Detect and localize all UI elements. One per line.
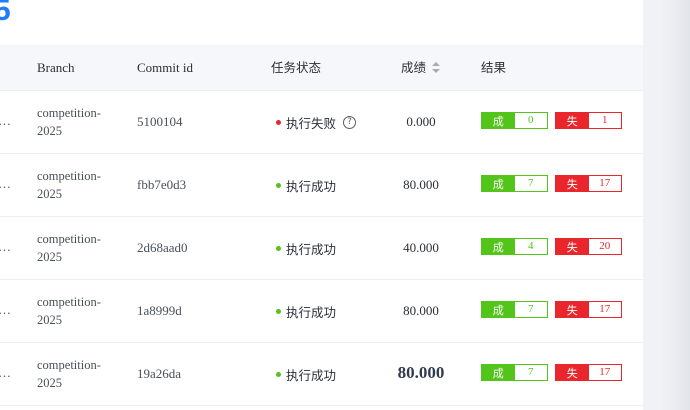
success-count: 7 bbox=[514, 176, 547, 191]
success-count-badge: 成功 0 bbox=[481, 112, 548, 145]
truncated-cell: … bbox=[0, 239, 11, 255]
status-cell: 执行失败? bbox=[276, 113, 357, 132]
table-body: …competition-20255100104执行失败?0.000成功0失败1… bbox=[0, 91, 643, 406]
sort-descending-icon[interactable] bbox=[432, 69, 440, 73]
status-dot-icon bbox=[276, 183, 281, 188]
sort-icon[interactable] bbox=[432, 62, 440, 74]
fail-label: 失败 bbox=[556, 113, 589, 145]
branch-cell: competition-2025 bbox=[37, 106, 101, 138]
status-cell: 执行成功 bbox=[276, 365, 336, 384]
truncated-cell: … bbox=[0, 113, 11, 129]
score-cell: 80.000 bbox=[403, 303, 439, 318]
side-panel-edge bbox=[661, 0, 690, 410]
score-cell: 80.000 bbox=[397, 363, 445, 382]
fail-label: 失败 bbox=[556, 365, 589, 397]
status-dot-icon bbox=[276, 372, 281, 377]
fail-count: 20 bbox=[588, 239, 621, 254]
status-text: 执行成功 bbox=[286, 242, 337, 257]
table-row[interactable]: …competition-202519a26da执行成功80.000成功7失败1… bbox=[0, 343, 643, 406]
header-task-status: 任务状态 bbox=[271, 60, 322, 75]
success-count: 0 bbox=[514, 113, 547, 128]
fail-count-badge: 失败 20 bbox=[555, 238, 622, 271]
success-count-badge: 成功 7 bbox=[481, 364, 548, 397]
table-header: Branch Commit id 任务状态 成绩 结果 bbox=[0, 45, 643, 91]
truncated-cell: … bbox=[0, 365, 11, 381]
fail-count: 17 bbox=[588, 176, 621, 191]
page-heading-fragment: 5 bbox=[0, 0, 11, 27]
fail-count-badge: 失败 1 bbox=[555, 112, 622, 145]
success-count: 7 bbox=[514, 365, 547, 380]
submissions-table: Branch Commit id 任务状态 成绩 结果 … competition… bbox=[0, 45, 643, 406]
header-commit-id: Commit id bbox=[137, 60, 193, 75]
success-count: 4 bbox=[514, 239, 547, 254]
header-branch: Branch bbox=[37, 60, 75, 75]
status-text: 执行成功 bbox=[286, 179, 337, 194]
question-help-icon[interactable]: ? bbox=[343, 116, 357, 129]
status-cell: 执行成功 bbox=[276, 302, 336, 321]
success-count: 7 bbox=[514, 302, 547, 317]
branch-cell: competition-2025 bbox=[37, 169, 101, 201]
fail-label: 失败 bbox=[556, 239, 589, 271]
fail-count-badge: 失败 17 bbox=[555, 175, 622, 208]
status-text: 执行失败 bbox=[286, 116, 337, 131]
success-count-badge: 成功 7 bbox=[481, 175, 548, 208]
status-cell: 执行成功 bbox=[276, 176, 336, 195]
header-score[interactable]: 成绩 bbox=[401, 45, 426, 90]
fail-count: 17 bbox=[588, 302, 621, 317]
success-label: 成功 bbox=[482, 113, 515, 145]
sort-ascending-icon[interactable] bbox=[432, 62, 440, 66]
commit-id-cell[interactable]: fbb7e0d3 bbox=[137, 177, 186, 193]
success-label: 成功 bbox=[482, 302, 515, 334]
scrollbar-track[interactable] bbox=[643, 0, 690, 410]
score-cell: 0.000 bbox=[406, 114, 436, 129]
success-label: 成功 bbox=[482, 176, 515, 208]
status-cell: 执行成功 bbox=[276, 239, 336, 258]
table-row[interactable]: …competition-20255100104执行失败?0.000成功0失败1 bbox=[0, 91, 643, 154]
score-cell: 80.000 bbox=[403, 177, 439, 192]
truncated-cell: … bbox=[0, 176, 11, 192]
branch-cell: competition-2025 bbox=[37, 358, 101, 390]
table-row[interactable]: …competition-2025fbb7e0d3执行成功80.000成功7失败… bbox=[0, 154, 643, 217]
fail-label: 失败 bbox=[556, 302, 589, 334]
status-text: 执行成功 bbox=[286, 368, 337, 383]
score-cell: 40.000 bbox=[403, 240, 439, 255]
status-dot-icon bbox=[276, 309, 281, 314]
fail-count-badge: 失败 17 bbox=[555, 364, 622, 397]
fail-count: 1 bbox=[588, 113, 621, 128]
branch-cell: competition-2025 bbox=[37, 295, 101, 327]
header-result: 结果 bbox=[481, 60, 507, 75]
branch-cell: competition-2025 bbox=[37, 232, 101, 264]
table-row[interactable]: …competition-20252d68aad0执行成功40.000成功4失败… bbox=[0, 217, 643, 280]
success-count-badge: 成功 4 bbox=[481, 238, 548, 271]
status-text: 执行成功 bbox=[286, 305, 337, 320]
commit-id-cell[interactable]: 2d68aad0 bbox=[137, 240, 188, 256]
table-row[interactable]: …competition-20251a8999d执行成功80.000成功7失败1… bbox=[0, 280, 643, 343]
success-label: 成功 bbox=[482, 239, 515, 271]
success-count-badge: 成功 7 bbox=[481, 301, 548, 334]
commit-id-cell[interactable]: 5100104 bbox=[137, 114, 183, 130]
fail-count: 17 bbox=[588, 365, 621, 380]
success-label: 成功 bbox=[482, 365, 515, 397]
commit-id-cell[interactable]: 1a8999d bbox=[137, 303, 182, 319]
status-dot-icon bbox=[276, 120, 281, 125]
status-dot-icon bbox=[276, 246, 281, 251]
commit-id-cell[interactable]: 19a26da bbox=[137, 366, 181, 382]
truncated-cell: … bbox=[0, 302, 11, 318]
fail-count-badge: 失败 17 bbox=[555, 301, 622, 334]
fail-label: 失败 bbox=[556, 176, 589, 208]
